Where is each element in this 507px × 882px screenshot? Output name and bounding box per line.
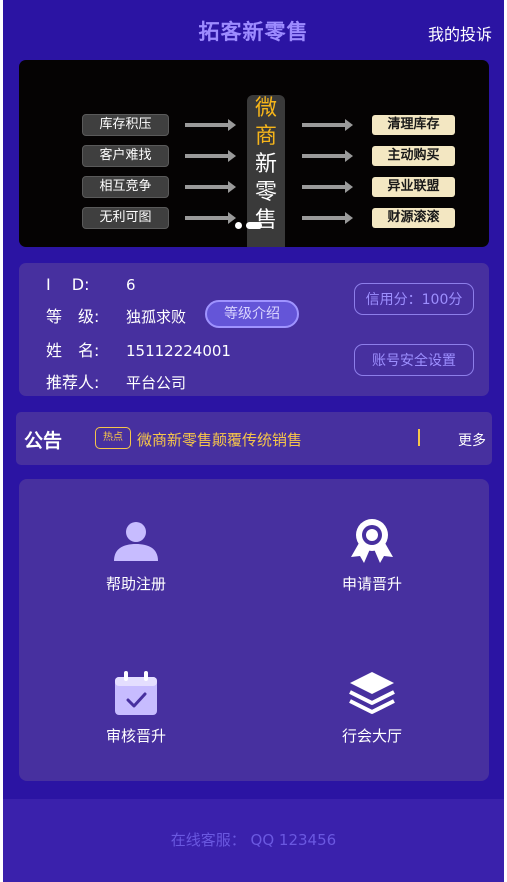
arrow-icon bbox=[185, 212, 236, 224]
banner-center-char: 售 bbox=[254, 208, 277, 233]
arrow-icon bbox=[302, 212, 353, 224]
referrer-value: 平台公司 bbox=[126, 374, 187, 392]
announcement-bar[interactable]: 公告 热点 微商新零售颠覆传统销售 更多 bbox=[16, 412, 492, 465]
arrow-icon bbox=[302, 119, 353, 131]
name-label: 姓 名: bbox=[46, 341, 100, 360]
banner-carousel[interactable]: 库存积压 客户难找 相互竞争 无利可图 微 商 新 零 售 清理库存 主动购买 … bbox=[19, 60, 489, 247]
arrow-icon bbox=[302, 150, 353, 162]
announcement-label: 公告 bbox=[24, 430, 63, 452]
banner-left-item: 无利可图 bbox=[82, 207, 169, 229]
guild-hall-label: 行会大厅 bbox=[341, 727, 402, 745]
help-register-label: 帮助注册 bbox=[105, 575, 166, 593]
layers-icon bbox=[349, 672, 395, 714]
level-label: 等 级: bbox=[46, 307, 100, 326]
more-link[interactable]: 更多 bbox=[458, 430, 486, 450]
credit-score-button[interactable]: 信用分：100分 bbox=[354, 283, 474, 315]
user-icon bbox=[114, 522, 158, 561]
review-promotion-button[interactable]: 审核晋升 bbox=[46, 669, 226, 746]
review-promotion-label: 审核晋升 bbox=[105, 727, 166, 745]
calendar-check-icon bbox=[115, 671, 157, 715]
award-ribbon-icon bbox=[351, 519, 393, 563]
carousel-dot[interactable] bbox=[235, 222, 242, 229]
referrer-label: 推荐人: bbox=[46, 373, 100, 392]
app-frame: 拓客新零售 我的投诉 库存积压 客户难找 相互竞争 无利可图 微 商 新 零 售… bbox=[3, 0, 504, 882]
banner-center-char: 零 bbox=[254, 180, 277, 205]
banner-left-item: 客户难找 bbox=[82, 145, 169, 167]
arrow-icon bbox=[185, 150, 236, 162]
user-info-panel: I D: 6 等 级: 独孤求败 等级介绍 姓 名: 15112224001 推荐人:… bbox=[19, 263, 489, 396]
level-intro-button[interactable]: 等级介绍 bbox=[205, 300, 299, 328]
guild-hall-button[interactable]: 行会大厅 bbox=[282, 669, 462, 746]
header: 拓客新零售 我的投诉 bbox=[3, 0, 504, 62]
banner-right-item: 财源滚滚 bbox=[372, 208, 455, 228]
banner-center-char: 商 bbox=[254, 124, 277, 149]
level-value: 独孤求败 bbox=[126, 308, 187, 326]
arrow-icon bbox=[302, 181, 353, 193]
banner-center-char: 微 bbox=[254, 96, 277, 121]
apply-promotion-button[interactable]: 申请晋升 bbox=[282, 517, 462, 594]
banner-right-item: 清理库存 bbox=[372, 115, 455, 135]
arrow-icon bbox=[185, 181, 236, 193]
footer: 在线客服： QQ 123456 bbox=[3, 799, 504, 882]
banner-left-item: 库存积压 bbox=[82, 114, 169, 136]
my-complaints-link[interactable]: 我的投诉 bbox=[428, 21, 492, 45]
id-value: 6 bbox=[126, 276, 136, 294]
divider bbox=[418, 429, 420, 446]
account-security-button[interactable]: 账号安全设置 bbox=[354, 344, 474, 376]
apply-promotion-label: 申请晋升 bbox=[341, 575, 402, 593]
online-service-text[interactable]: 在线客服： QQ 123456 bbox=[3, 829, 504, 850]
help-register-button[interactable]: 帮助注册 bbox=[46, 517, 226, 594]
arrow-icon bbox=[185, 119, 236, 131]
id-label: I D: bbox=[46, 275, 90, 294]
announcement-text[interactable]: 微商新零售颠覆传统销售 bbox=[137, 429, 302, 450]
hot-badge: 热点 bbox=[95, 427, 131, 449]
name-value: 15112224001 bbox=[126, 342, 231, 360]
banner-center-char: 新 bbox=[254, 152, 277, 177]
banner-left-item: 相互竞争 bbox=[82, 176, 169, 198]
carousel-dot-active[interactable] bbox=[246, 222, 262, 229]
banner-right-item: 异业联盟 bbox=[372, 177, 455, 197]
banner-right-item: 主动购买 bbox=[372, 146, 455, 166]
function-menu: 帮助注册 申请晋升 审核晋升 行会大厅 bbox=[19, 479, 489, 781]
